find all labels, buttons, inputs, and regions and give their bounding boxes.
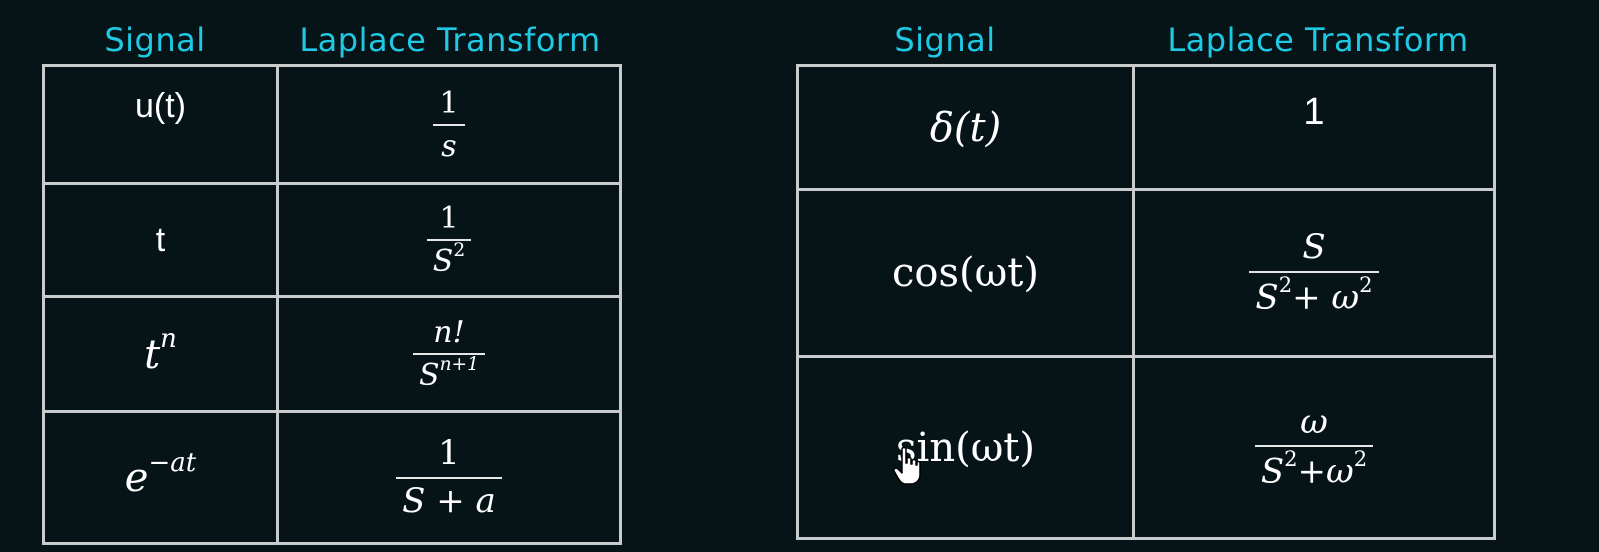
transform-cell: n! Sn+1 [276, 295, 622, 413]
numerator: n! [433, 315, 465, 350]
table-row: e−at 1 S + a [42, 410, 622, 545]
signal-cell: sin(ωt) [796, 355, 1135, 540]
denominator: S2 [432, 240, 466, 279]
transform-cell: 1 [1132, 64, 1496, 191]
hand-pointer-icon [893, 446, 921, 485]
left-header-transform: Laplace Transform [299, 21, 601, 59]
left-laplace-table: u(t) 1 s t 1 S2 tn n! Sn+1 e−at 1 S + a [42, 64, 622, 545]
fraction-bar [433, 123, 465, 126]
table-row: cos(ωt) S S2+ ω2 [796, 188, 1496, 358]
transform-cell: S S2+ ω2 [1132, 188, 1496, 358]
signal-cell: tn [42, 295, 279, 413]
denominator: S + a [402, 480, 496, 521]
signal-ramp: t [155, 220, 166, 259]
denominator: Sn+1 [419, 354, 479, 393]
numerator: 1 [438, 433, 460, 474]
signal-cell: cos(ωt) [796, 188, 1135, 358]
denominator: S2+ω2 [1260, 446, 1368, 492]
denominator: s [441, 128, 457, 164]
fraction: 1 S + a [396, 433, 502, 521]
signal-impulse: δ(t) [929, 104, 1002, 151]
signal-exponential: e−at [124, 447, 197, 502]
signal-cell: e−at [42, 410, 279, 545]
signal-cosine: cos(ωt) [892, 250, 1039, 296]
right-header-transform: Laplace Transform [1167, 21, 1469, 59]
fraction-bar [396, 476, 502, 479]
fraction: ω S2+ω2 [1254, 401, 1374, 492]
signal-cell: u(t) [42, 64, 279, 185]
left-header-signal: Signal [104, 21, 206, 59]
transform-cell: ω S2+ω2 [1132, 355, 1496, 540]
transform-cell: 1 S + a [276, 410, 622, 545]
numerator: 1 [439, 85, 459, 121]
table-row: t 1 S2 [42, 182, 622, 298]
fraction: 1 s [433, 85, 465, 164]
numerator: 1 [439, 201, 459, 236]
signal-cell: t [42, 182, 279, 298]
transform-cell: 1 s [276, 64, 622, 185]
denominator: S2+ ω2 [1255, 271, 1373, 318]
table-row: u(t) 1 s [42, 64, 622, 185]
fraction: 1 S2 [426, 201, 472, 279]
numerator: ω [1300, 401, 1328, 442]
signal-unit-step: u(t) [135, 87, 186, 125]
transform-value: 1 [1303, 91, 1325, 133]
signal-power: tn [144, 324, 177, 378]
fraction: S S2+ ω2 [1249, 227, 1379, 318]
numerator: S [1302, 227, 1326, 268]
fraction: n! Sn+1 [413, 316, 485, 392]
right-header-signal: Signal [894, 21, 996, 59]
signal-cell: δ(t) [796, 64, 1135, 191]
transform-cell: 1 S2 [276, 182, 622, 298]
table-row: tn n! Sn+1 [42, 295, 622, 413]
table-row: δ(t) 1 [796, 64, 1496, 191]
